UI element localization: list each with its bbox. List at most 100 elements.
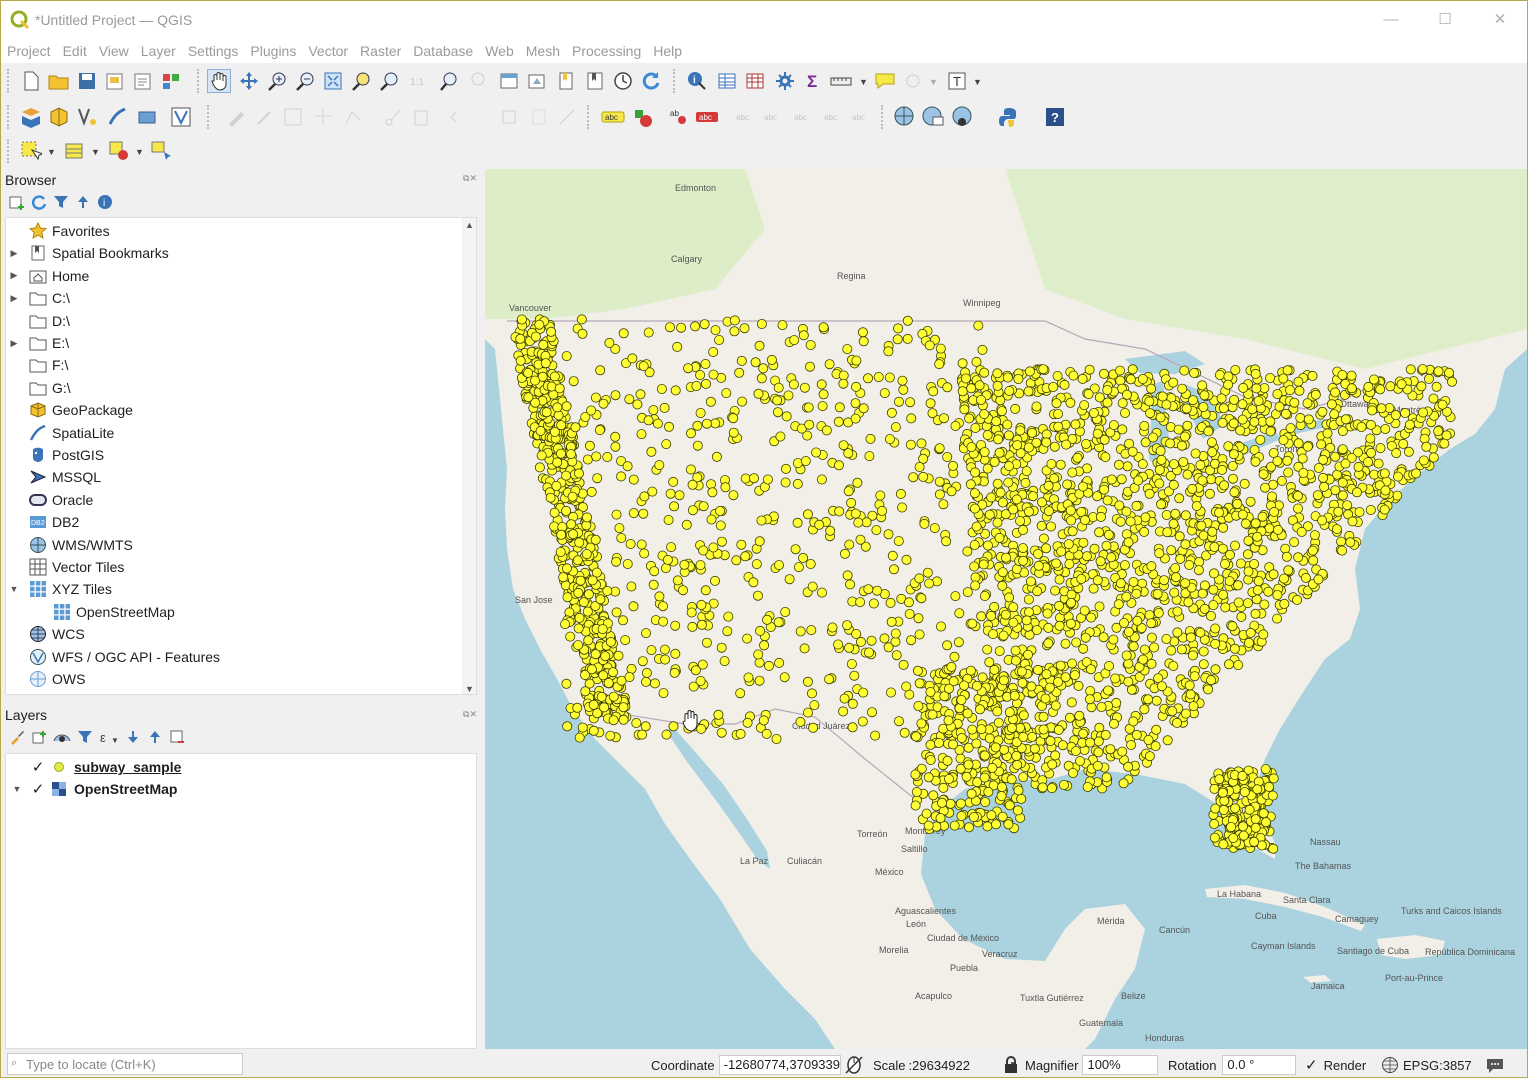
refresh-icon[interactable] xyxy=(639,69,663,93)
locator-search-input[interactable]: Type to locate (Ctrl+K) xyxy=(7,1053,243,1075)
undo-icon[interactable] xyxy=(447,105,471,129)
cut-features-icon[interactable] xyxy=(381,105,405,129)
expand-arrow-icon[interactable]: ▶ xyxy=(6,338,22,349)
save-edits-icon[interactable] xyxy=(281,105,305,129)
zoom-out-icon[interactable] xyxy=(293,69,317,93)
browser-item[interactable]: Favorites xyxy=(6,220,476,242)
properties-info-icon[interactable]: i xyxy=(97,194,113,210)
select-by-value-dropdown-icon[interactable]: ▼ xyxy=(91,147,100,157)
zoom-native-icon[interactable]: 1:1 xyxy=(405,69,429,93)
browser-item[interactable]: OWS xyxy=(6,668,476,690)
select-by-value-icon[interactable] xyxy=(63,139,87,163)
toolbar-grip[interactable] xyxy=(7,69,11,93)
browser-item[interactable]: ▶ E:\ xyxy=(6,332,476,354)
temporal-controller-icon[interactable] xyxy=(611,69,635,93)
render-checkmark-icon[interactable]: ✓ xyxy=(1305,1056,1318,1074)
render-toggle[interactable]: ✓ Render xyxy=(1305,1055,1366,1075)
magnifier-input[interactable]: 100% xyxy=(1082,1055,1159,1075)
new-shapefile-layer-icon[interactable] xyxy=(75,105,99,129)
menu-vector[interactable]: Vector xyxy=(302,39,354,63)
new-virtual-layer-icon[interactable] xyxy=(169,105,193,129)
annotation-dropdown-icon[interactable]: ▼ xyxy=(929,77,938,87)
browser-item[interactable]: MSSQL xyxy=(6,466,476,488)
zoom-in-icon[interactable] xyxy=(265,69,289,93)
menu-web[interactable]: Web xyxy=(479,39,520,63)
layer-expand-icon[interactable]: ▼ xyxy=(6,784,28,794)
menu-help[interactable]: Help xyxy=(647,39,688,63)
browser-item[interactable]: DB2 DB2 xyxy=(6,511,476,533)
map-tips-icon[interactable] xyxy=(873,69,897,93)
layer-item[interactable]: ✓ subway_sample xyxy=(6,756,182,778)
layer-name[interactable]: OpenStreetMap xyxy=(74,781,177,797)
select-dropdown-icon[interactable]: ▼ xyxy=(47,147,56,157)
browser-item[interactable]: WMS/WMTS xyxy=(6,534,476,556)
new-3d-map-view-icon[interactable] xyxy=(525,69,549,93)
remove-layer-icon[interactable] xyxy=(169,729,185,745)
label-properties-icon[interactable]: abc xyxy=(849,105,873,129)
show-bookmarks-icon[interactable] xyxy=(583,69,607,93)
zoom-last-icon[interactable] xyxy=(437,69,461,93)
pan-to-selection-icon[interactable] xyxy=(237,69,261,93)
deselect-dropdown-icon[interactable]: ▼ xyxy=(135,147,144,157)
crs-button[interactable]: EPSG:3857 xyxy=(1381,1055,1472,1075)
vertex-tool-icon[interactable] xyxy=(341,105,365,129)
menu-mesh[interactable]: Mesh xyxy=(520,39,566,63)
toggle-editing-icon[interactable] xyxy=(253,105,277,129)
browser-item[interactable]: OpenStreetMap xyxy=(6,601,476,623)
map-canvas[interactable]: EdmontonCalgaryReginaWinnipegVancouverQu… xyxy=(485,169,1527,1049)
coordinate-input[interactable]: -12680774,3709339 xyxy=(718,1055,841,1075)
manage-map-themes-icon[interactable] xyxy=(53,729,71,745)
statistical-summary-table-icon[interactable] xyxy=(743,69,767,93)
metasearch-web-icon[interactable] xyxy=(921,105,945,129)
sum-sigma-icon[interactable]: Σ xyxy=(801,69,825,93)
minimize-button[interactable]: — xyxy=(1377,9,1405,31)
browser-scrollbar[interactable]: ▲ ▼ xyxy=(462,218,476,694)
refresh-browser-icon[interactable] xyxy=(31,194,47,210)
open-project-icon[interactable] xyxy=(47,69,71,93)
style-manager-icon[interactable] xyxy=(159,69,183,93)
measure-line-icon[interactable] xyxy=(829,69,853,93)
rotation-input[interactable]: 0.0 ° xyxy=(1222,1055,1297,1075)
layer-diagram-icon[interactable] xyxy=(631,105,655,129)
new-map-view-icon[interactable] xyxy=(497,69,521,93)
rotate-label-icon[interactable]: abc xyxy=(761,105,785,129)
browser-item[interactable]: F:\ xyxy=(6,354,476,376)
help-icon[interactable]: ? xyxy=(1043,105,1067,129)
select-features-icon[interactable] xyxy=(19,139,43,163)
menu-layer[interactable]: Layer xyxy=(135,39,182,63)
move-label-icon[interactable]: abc xyxy=(733,105,757,129)
layer-styling-brush-icon[interactable] xyxy=(9,729,25,745)
menu-settings[interactable]: Settings xyxy=(182,39,245,63)
browser-tree[interactable]: Favorites ▶ Spatial Bookmarks ▶ Home ▶ C:\ D:\ ▶… xyxy=(5,217,477,695)
expand-arrow-icon[interactable]: ▶ xyxy=(6,293,22,304)
browser-item[interactable]: ▶ C:\ xyxy=(6,287,476,309)
browser-item[interactable]: SpatiaLite xyxy=(6,422,476,444)
browser-panel-controls-icon[interactable]: ⧉✕ xyxy=(463,173,477,184)
filter-browser-icon[interactable] xyxy=(53,194,69,210)
filter-legend-icon[interactable] xyxy=(77,729,93,745)
text-annotation-dropdown-icon[interactable]: ▼ xyxy=(973,77,982,87)
browser-item[interactable]: Oracle xyxy=(6,489,476,511)
menu-database[interactable]: Database xyxy=(407,39,479,63)
messages-button[interactable] xyxy=(1485,1055,1505,1075)
show-hide-labels-icon[interactable]: abc xyxy=(821,105,845,129)
map-render[interactable]: EdmontonCalgaryReginaWinnipegVancouverQu… xyxy=(485,169,1527,1049)
browser-item[interactable]: WFS / OGC API - Features xyxy=(6,646,476,668)
layer-visibility-checkbox[interactable]: ✓ xyxy=(28,758,48,776)
toolbar-grip[interactable] xyxy=(587,105,591,129)
expand-all-icon[interactable] xyxy=(125,729,141,745)
copy-features-icon[interactable] xyxy=(497,105,521,129)
browser-item[interactable]: ▶ Spatial Bookmarks xyxy=(6,242,476,264)
scroll-down-icon[interactable]: ▼ xyxy=(465,684,474,694)
change-label-icon[interactable]: abc xyxy=(791,105,815,129)
new-spatialite-layer-icon[interactable] xyxy=(105,105,129,129)
measure-dropdown-icon[interactable]: ▼ xyxy=(859,77,868,87)
mouse-extents-icon[interactable] xyxy=(844,1055,864,1075)
toolbar-grip[interactable] xyxy=(207,105,211,129)
add-feature-icon[interactable] xyxy=(311,105,335,129)
metasearch-globe-icon[interactable] xyxy=(893,105,917,129)
messages-speech-icon[interactable] xyxy=(1485,1056,1505,1074)
new-temporary-layer-icon[interactable] xyxy=(135,105,159,129)
current-edits-icon[interactable] xyxy=(225,105,249,129)
deselect-all-icon[interactable] xyxy=(107,139,131,163)
